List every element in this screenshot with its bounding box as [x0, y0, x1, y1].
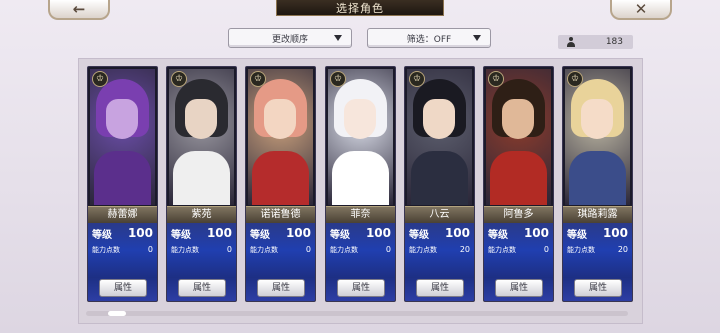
- attribute-button[interactable]: 属性: [337, 279, 385, 297]
- level-label: 等级: [409, 230, 429, 241]
- ability-points-value: 0: [543, 245, 549, 254]
- ability-points-label: 能力点数: [171, 246, 199, 254]
- ability-points-label: 能力点数: [250, 246, 278, 254]
- character-portrait: [486, 69, 551, 205]
- page-title: 选择角色: [276, 0, 444, 16]
- character-stats: 等级 100 能力点数 0 属性: [484, 223, 553, 301]
- filter-label: 筛选：OFF: [406, 34, 452, 45]
- character-card[interactable]: ♔ 赫蕾娜等级 100 能力点数 0 属性: [87, 66, 158, 302]
- level-label: 等级: [250, 230, 270, 241]
- rank-badge-icon: ♔: [409, 71, 425, 87]
- back-arrow-icon: ←: [72, 0, 86, 18]
- horizontal-scrollbar[interactable]: [86, 311, 628, 316]
- sort-label: 更改顺序: [271, 34, 308, 45]
- level-label: 等级: [488, 230, 508, 241]
- character-name: 紫苑: [167, 206, 236, 224]
- ability-points-label: 能力点数: [567, 246, 595, 254]
- character-portrait: [90, 69, 155, 205]
- level-label: 等级: [92, 230, 112, 241]
- character-card[interactable]: ♔ 诺诺鲁德等级 100 能力点数 0 属性: [245, 66, 316, 302]
- attribute-button[interactable]: 属性: [574, 279, 622, 297]
- attribute-button[interactable]: 属性: [257, 279, 305, 297]
- ability-points-value: 20: [617, 245, 628, 254]
- rank-badge-icon: ♔: [92, 71, 108, 87]
- character-name: 赫蕾娜: [88, 206, 157, 224]
- ability-points-label: 能力点数: [488, 246, 516, 254]
- character-portrait: [565, 69, 630, 205]
- character-stats: 等级 100 能力点数 20 属性: [563, 223, 632, 301]
- character-name: 菲奈: [326, 206, 395, 224]
- close-icon: ✕: [634, 0, 648, 18]
- character-stats: 等级 100 能力点数 0 属性: [326, 223, 395, 301]
- character-stats: 等级 100 能力点数 0 属性: [246, 223, 315, 301]
- character-stats: 等级 100 能力点数 20 属性: [405, 223, 474, 301]
- filter-dropdown[interactable]: 筛选：OFF: [367, 28, 491, 48]
- ability-points-value: 20: [459, 245, 470, 254]
- level-value: 100: [285, 226, 311, 240]
- character-portrait: [407, 69, 472, 205]
- character-card[interactable]: ♔ 阿鲁多等级 100 能力点数 0 属性: [483, 66, 554, 302]
- character-name: 诺诺鲁德: [246, 206, 315, 224]
- back-button[interactable]: ←: [48, 0, 110, 20]
- character-portrait: [328, 69, 393, 205]
- attribute-button[interactable]: 属性: [99, 279, 147, 297]
- level-label: 等级: [567, 230, 587, 241]
- level-label: 等级: [171, 230, 191, 241]
- attribute-button[interactable]: 属性: [495, 279, 543, 297]
- character-portrait: [169, 69, 234, 205]
- character-name: 八云: [405, 206, 474, 224]
- level-value: 100: [365, 226, 391, 240]
- level-value: 100: [444, 226, 470, 240]
- user-icon: [566, 37, 576, 47]
- character-card[interactable]: ♔ 菲奈等级 100 能力点数 0 属性: [325, 66, 396, 302]
- character-count: 183: [605, 37, 623, 47]
- rank-badge-icon: ♔: [330, 71, 346, 87]
- ability-points-value: 0: [305, 245, 311, 254]
- character-card[interactable]: ♔ 琪路莉露等级 100 能力点数 20 属性: [562, 66, 633, 302]
- character-portrait: [248, 69, 313, 205]
- ability-points-label: 能力点数: [330, 246, 358, 254]
- character-count-box: 183: [558, 35, 633, 49]
- chevron-down-icon: [334, 35, 342, 41]
- character-stats: 等级 100 能力点数 0 属性: [88, 223, 157, 301]
- sort-dropdown[interactable]: 更改顺序: [228, 28, 352, 48]
- character-stats: 等级 100 能力点数 0 属性: [167, 223, 236, 301]
- rank-badge-icon: ♔: [171, 71, 187, 87]
- character-name: 阿鲁多: [484, 206, 553, 224]
- character-name: 琪路莉露: [563, 206, 632, 224]
- scroll-thumb[interactable]: [108, 311, 126, 316]
- ability-points-value: 0: [226, 245, 232, 254]
- level-value: 100: [523, 226, 549, 240]
- ability-points-label: 能力点数: [92, 246, 120, 254]
- rank-badge-icon: ♔: [567, 71, 583, 87]
- attribute-button[interactable]: 属性: [178, 279, 226, 297]
- level-label: 等级: [330, 230, 350, 241]
- ability-points-value: 0: [147, 245, 153, 254]
- chevron-down-icon: [473, 35, 481, 41]
- rank-badge-icon: ♔: [488, 71, 504, 87]
- close-button[interactable]: ✕: [610, 0, 672, 20]
- character-card[interactable]: ♔ 八云等级 100 能力点数 20 属性: [404, 66, 475, 302]
- level-value: 100: [206, 226, 232, 240]
- ability-points-label: 能力点数: [409, 246, 437, 254]
- rank-badge-icon: ♔: [250, 71, 266, 87]
- attribute-button[interactable]: 属性: [416, 279, 464, 297]
- level-value: 100: [602, 226, 628, 240]
- character-card[interactable]: ♔ 紫苑等级 100 能力点数 0 属性: [166, 66, 237, 302]
- level-value: 100: [127, 226, 153, 240]
- ability-points-value: 0: [385, 245, 391, 254]
